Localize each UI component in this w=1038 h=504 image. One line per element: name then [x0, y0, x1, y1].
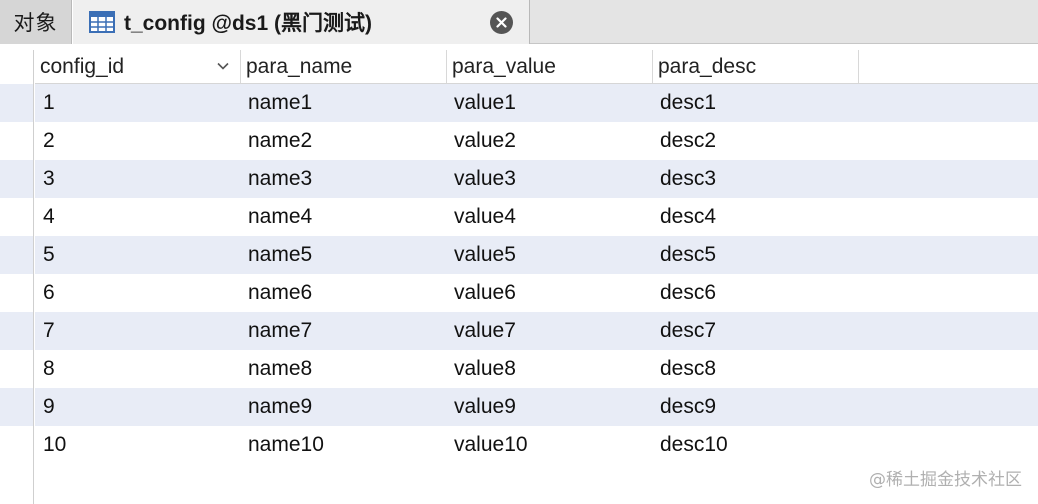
table-cell-para-desc[interactable]: desc7 [653, 312, 859, 350]
table-cell-para-desc[interactable]: desc10 [653, 426, 859, 464]
column-header-para-desc[interactable]: para_desc [653, 50, 859, 83]
table-cell-config-id[interactable]: 10 [35, 426, 241, 464]
row-selector[interactable] [0, 388, 33, 426]
column-header-para-value[interactable]: para_value [447, 50, 653, 83]
table-cell-para-name[interactable]: name8 [241, 350, 447, 388]
table-row[interactable]: 8 name8 value8 desc8 [35, 350, 1038, 388]
table-cell-config-id[interactable]: 2 [35, 122, 241, 160]
table-cell-para-name[interactable]: name4 [241, 198, 447, 236]
row-selector-strip[interactable] [0, 50, 34, 504]
table-cell-para-name[interactable]: name3 [241, 160, 447, 198]
table-cell-para-value[interactable]: value4 [447, 198, 653, 236]
column-header-config-id[interactable]: config_id [35, 50, 241, 83]
table-cell-para-value[interactable]: value9 [447, 388, 653, 426]
data-grid: config_id para_name para_value para_desc… [35, 50, 1038, 504]
table-cell-para-name[interactable]: name6 [241, 274, 447, 312]
table-row[interactable]: 1 name1 value1 desc1 [35, 84, 1038, 122]
table-cell-para-desc[interactable]: desc6 [653, 274, 859, 312]
close-icon [496, 17, 507, 28]
table-cell-para-name[interactable]: name5 [241, 236, 447, 274]
table-cell-para-desc[interactable]: desc8 [653, 350, 859, 388]
tab-bar: 对象 t_config @ds1 (黑门测试) [0, 0, 1038, 44]
table-cell-para-value[interactable]: value5 [447, 236, 653, 274]
watermark: @稀土掘金技术社区 [869, 470, 1022, 490]
table-cell-para-value[interactable]: value10 [447, 426, 653, 464]
table-cell-para-name[interactable]: name2 [241, 122, 447, 160]
table-row[interactable]: 7 name7 value7 desc7 [35, 312, 1038, 350]
table-row[interactable]: 6 name6 value6 desc6 [35, 274, 1038, 312]
tab-objects-label: 对象 [13, 12, 58, 35]
table-cell-config-id[interactable]: 1 [35, 84, 241, 122]
table-row[interactable]: 2 name2 value2 desc2 [35, 122, 1038, 160]
table-cell-para-desc[interactable]: desc2 [653, 122, 859, 160]
table-cell-para-desc[interactable]: desc9 [653, 388, 859, 426]
grid-body: 1 name1 value1 desc1 2 name2 value2 desc2 3 name3… [35, 84, 1038, 464]
table-cell-config-id[interactable]: 5 [35, 236, 241, 274]
table-cell-para-value[interactable]: value6 [447, 274, 653, 312]
table-cell-config-id[interactable]: 9 [35, 388, 241, 426]
table-row[interactable]: 10 name10 value10 desc10 [35, 426, 1038, 464]
table-cell-para-desc[interactable]: desc4 [653, 198, 859, 236]
row-selector[interactable] [0, 312, 33, 350]
row-selector[interactable] [0, 160, 33, 198]
chevron-down-icon[interactable] [216, 59, 230, 73]
table-row[interactable]: 3 name3 value3 desc3 [35, 160, 1038, 198]
row-selector[interactable] [0, 84, 33, 122]
column-header-label: para_name [246, 54, 353, 78]
table-cell-para-name[interactable]: name1 [241, 84, 447, 122]
grid-header: config_id para_name para_value para_desc [35, 50, 1038, 84]
table-cell-para-desc[interactable]: desc5 [653, 236, 859, 274]
tab-objects[interactable]: 对象 [0, 0, 72, 44]
table-row[interactable]: 5 name5 value5 desc5 [35, 236, 1038, 274]
tab-title: t_config @ds1 (黑门测试) [124, 12, 372, 35]
app-window: 对象 t_config @ds1 (黑门测试) config_id para_n… [0, 0, 1038, 504]
table-cell-para-name[interactable]: name7 [241, 312, 447, 350]
table-cell-para-value[interactable]: value7 [447, 312, 653, 350]
table-cell-para-desc[interactable]: desc3 [653, 160, 859, 198]
tab-table-active[interactable]: t_config @ds1 (黑门测试) [72, 0, 530, 44]
column-header-para-name[interactable]: para_name [241, 50, 447, 83]
table-row[interactable]: 9 name9 value9 desc9 [35, 388, 1038, 426]
table-cell-para-name[interactable]: name10 [241, 426, 447, 464]
column-header-label: para_value [452, 54, 556, 78]
table-cell-para-desc[interactable]: desc1 [653, 84, 859, 122]
table-cell-para-value[interactable]: value8 [447, 350, 653, 388]
column-header-label: config_id [40, 54, 125, 78]
table-grid-icon [89, 11, 115, 33]
table-cell-config-id[interactable]: 3 [35, 160, 241, 198]
table-cell-para-value[interactable]: value1 [447, 84, 653, 122]
row-selector[interactable] [0, 236, 33, 274]
table-row[interactable]: 4 name4 value4 desc4 [35, 198, 1038, 236]
column-header-label: para_desc [658, 54, 757, 78]
table-cell-para-value[interactable]: value2 [447, 122, 653, 160]
close-tab-button[interactable] [490, 11, 513, 34]
table-cell-config-id[interactable]: 6 [35, 274, 241, 312]
table-cell-config-id[interactable]: 4 [35, 198, 241, 236]
table-cell-para-value[interactable]: value3 [447, 160, 653, 198]
table-cell-config-id[interactable]: 7 [35, 312, 241, 350]
table-cell-para-name[interactable]: name9 [241, 388, 447, 426]
table-cell-config-id[interactable]: 8 [35, 350, 241, 388]
